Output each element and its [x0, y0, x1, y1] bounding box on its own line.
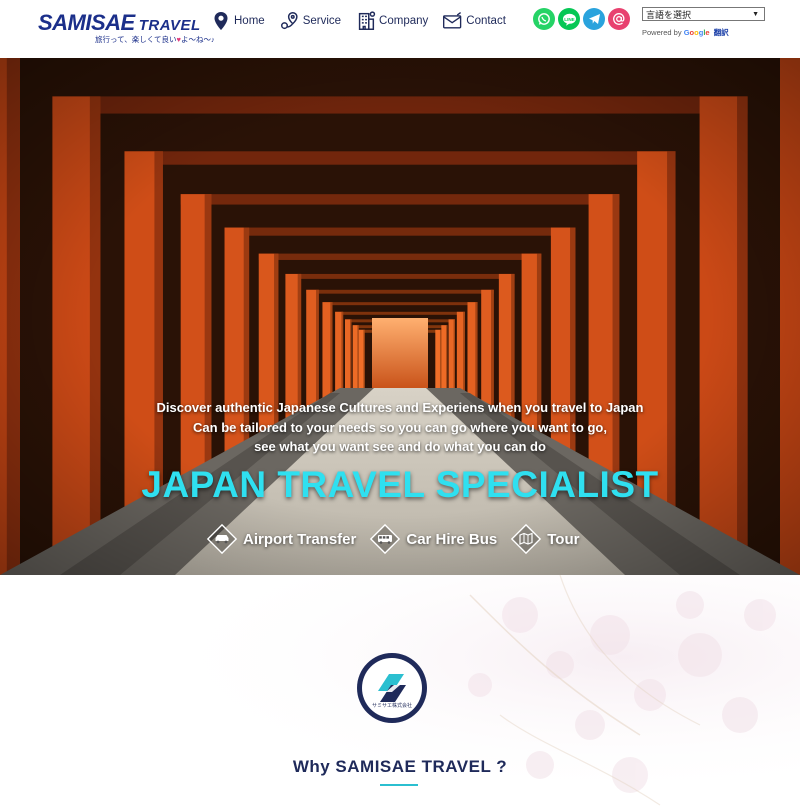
nav-item-contact[interactable]: Contact	[442, 10, 506, 32]
service-airport-transfer[interactable]: Airport Transfer	[205, 522, 356, 556]
map-icon	[509, 522, 543, 556]
service-label: Tour	[547, 530, 580, 548]
google-wordmark[interactable]: Google	[684, 28, 710, 37]
route-icon	[279, 10, 301, 32]
blossom	[590, 615, 630, 655]
site-header: SAMISAE TRAVEL 旅行って、楽しくて良い♥よ〜ね〜♪ Home Ser…	[0, 0, 800, 58]
logo-wordmark: SAMISAE TRAVEL	[38, 10, 201, 36]
logo-tagline-left: 旅行って、楽しくて良い	[95, 35, 177, 44]
blossom	[722, 697, 758, 733]
logo[interactable]: SAMISAE TRAVEL 旅行って、楽しくて良い♥よ〜ね〜♪	[38, 10, 215, 46]
powered-by-google: Powered by Google 翻訳	[642, 27, 765, 38]
logo-travel: TRAVEL	[138, 17, 201, 34]
service-label: Car Hire Bus	[406, 530, 498, 548]
language-select-value: 言語を選択	[646, 9, 692, 20]
service-label: Airport Transfer	[243, 530, 357, 548]
at-icon	[613, 13, 625, 25]
nav-label-service: Service	[302, 15, 342, 27]
nav-label-home: Home	[234, 15, 265, 27]
building-icon	[355, 10, 377, 32]
nav-label-contact: Contact	[466, 15, 506, 27]
logo-brand: SAMISAE	[38, 10, 135, 35]
google-letter: e	[705, 28, 710, 37]
whatsapp-icon	[538, 13, 550, 25]
blossom	[676, 591, 704, 619]
blossom	[546, 651, 574, 679]
hero-tagline-line: see what you want see and do what you ca…	[254, 439, 546, 454]
hero-tagline-line: Discover authentic Japanese Cultures and…	[156, 400, 644, 415]
blossom	[468, 673, 492, 697]
hero-tagline-line: Can be tailored to your needs so you can…	[193, 419, 607, 435]
section-title: Why SAMISAE TRAVEL ?	[292, 757, 508, 776]
hero-title: JAPAN TRAVEL SPECIALIST	[141, 464, 659, 505]
social-links: LINE	[533, 8, 633, 30]
why-section: サミサエ株式会社 Why SAMISAE TRAVEL ?	[0, 575, 800, 810]
line-icon: LINE	[562, 13, 576, 26]
logo-tagline-right: よ〜ね〜♪	[180, 35, 215, 44]
nav-item-company[interactable]: Company	[355, 10, 428, 32]
service-links: Airport Transfer Car Hire Bus Tour	[205, 522, 591, 556]
blossom	[678, 633, 722, 677]
blossom	[744, 599, 776, 631]
service-car-hire-bus[interactable]: Car Hire Bus	[368, 522, 497, 556]
blossom	[502, 597, 538, 633]
hero-banner: Discover authentic Japanese Cultures and…	[0, 58, 800, 575]
language-select[interactable]: 言語を選択 ▼	[642, 7, 765, 21]
powered-by-text: Powered by	[642, 28, 682, 37]
chevron-down-icon: ▼	[752, 10, 759, 18]
title-underline	[380, 784, 418, 786]
bus-icon	[368, 522, 402, 556]
whatsapp-button[interactable]	[533, 8, 555, 30]
main-nav: Home Service Company Contact	[210, 8, 520, 34]
logo-tagline: 旅行って、楽しくて良い♥よ〜ね〜♪	[95, 34, 215, 45]
mail-icon	[442, 10, 464, 32]
company-emblem	[357, 653, 427, 723]
emblem-caption: サミサエ株式会社	[371, 703, 412, 709]
line-button[interactable]: LINE	[558, 8, 580, 30]
map-pin-icon	[210, 10, 232, 32]
service-tour[interactable]: Tour	[509, 522, 579, 556]
nav-label-company: Company	[379, 15, 429, 27]
blossom	[575, 710, 605, 740]
nav-item-service[interactable]: Service	[279, 10, 341, 32]
translate-widget: 言語を選択 ▼ Powered by Google 翻訳	[642, 7, 765, 38]
translate-link[interactable]: 翻訳	[714, 28, 729, 37]
telegram-button[interactable]	[583, 8, 605, 30]
svg-text:LINE: LINE	[564, 16, 574, 21]
telegram-icon	[588, 14, 600, 24]
car-icon	[205, 522, 239, 556]
email-button[interactable]	[608, 8, 630, 30]
hero-tagline: Discover authentic Japanese Cultures and…	[0, 398, 800, 457]
nav-item-home[interactable]: Home	[210, 10, 265, 32]
